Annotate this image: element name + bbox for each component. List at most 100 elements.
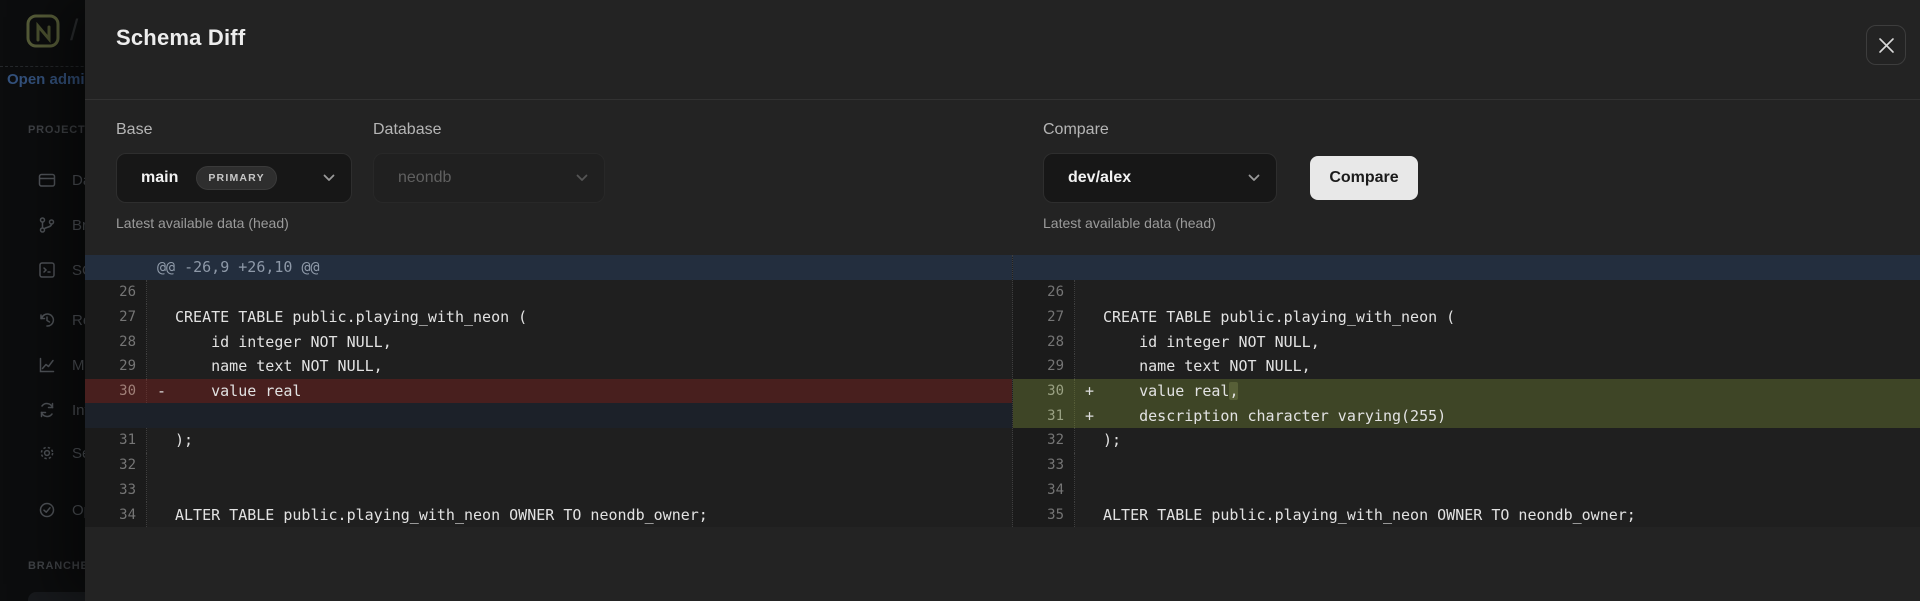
compare-helper-text: Latest available data (head) <box>1043 215 1216 231</box>
diff-marker: - <box>147 382 175 400</box>
line-number: 29 <box>1013 354 1075 379</box>
base-label: Base <box>116 121 152 139</box>
hunk-header: @@ -26,9 +26,10 @@ <box>85 258 320 276</box>
diff-row-compare-35: 35ALTER TABLE public.playing_with_neon O… <box>1013 502 1920 527</box>
diff-row-compare-hunk <box>1013 255 1920 280</box>
diff-marker: + <box>1075 382 1103 400</box>
sidebar-item-monitoring[interactable]: Monitoring <box>0 348 85 382</box>
branches-icon <box>38 216 56 234</box>
neon-logo[interactable] <box>26 14 60 50</box>
chevron-down-icon <box>323 174 335 182</box>
line-number: 26 <box>1013 280 1075 305</box>
open-admin-link[interactable]: Open admi <box>7 71 85 88</box>
line-number: 29 <box>85 354 147 379</box>
sidebar-item-label: Branches <box>72 217 85 234</box>
line-number: 27 <box>85 304 147 329</box>
diff-row-compare-31: 31+ description character varying(255) <box>1013 403 1920 428</box>
sidebar-item-dashboard[interactable]: Dashboard <box>0 163 85 197</box>
base-select-value: main <box>141 169 178 187</box>
line-number: 31 <box>1013 403 1075 428</box>
line-number: 33 <box>85 477 147 502</box>
line-number: 28 <box>85 329 147 354</box>
restore-icon <box>38 311 56 329</box>
diff-row-base-28: 28 id integer NOT NULL, <box>85 329 1012 354</box>
line-number: 26 <box>85 280 147 305</box>
code-text: value real, <box>1103 382 1238 400</box>
line-number: 30 <box>1013 379 1075 404</box>
base-select[interactable]: main PRIMARY <box>116 153 352 203</box>
diff-row-compare-32: 32); <box>1013 428 1920 453</box>
sidebar-item-label: Settings <box>72 445 85 462</box>
sidebar: / Open admi PROJECT Dashboard Branches SQL… <box>0 0 85 601</box>
diff-pane-base: @@ -26,9 +26,10 @@ 2627 CREATE TABLE publi… <box>85 255 1012 527</box>
sidebar-item-label: Restore <box>72 312 85 329</box>
code-text: ); <box>1103 431 1121 449</box>
word-diff-highlight: , <box>1229 382 1238 400</box>
diff-row-base-31: 31); <box>85 428 1012 453</box>
close-icon <box>1878 37 1895 54</box>
sidebar-section-project: PROJECT <box>28 124 85 136</box>
code-text: id integer NOT NULL, <box>1103 333 1320 351</box>
line-number: 31 <box>85 428 147 453</box>
sidebar-item-label: Dashboard <box>72 172 85 189</box>
diff-row-compare-27: 27 CREATE TABLE public.playing_with_neon … <box>1013 304 1920 329</box>
sidebar-item-label: Monitoring <box>72 357 85 374</box>
code-text: CREATE TABLE public.playing_with_neon ( <box>175 308 527 326</box>
diff-row-compare-26: 26 <box>1013 280 1920 305</box>
database-label: Database <box>373 121 442 139</box>
modal-title: Schema Diff <box>116 25 245 51</box>
chevron-down-icon <box>576 174 588 182</box>
settings-icon <box>38 444 56 462</box>
diff-row-compare-33: 33 <box>1013 453 1920 478</box>
database-select: neondb <box>373 153 605 203</box>
line-number: 30 <box>85 379 147 404</box>
sidebar-item-label: Operations <box>72 502 85 519</box>
compare-label: Compare <box>1043 121 1109 139</box>
diff-row-base-hunk: @@ -26,9 +26,10 @@ <box>85 255 1012 280</box>
line-number: 27 <box>1013 304 1075 329</box>
sidebar-item-integrations[interactable]: Integrations <box>0 393 85 427</box>
operations-icon <box>38 501 56 519</box>
sidebar-item-operations[interactable]: Operations <box>0 493 85 527</box>
sidebar-item-settings[interactable]: Settings <box>0 436 85 470</box>
code-text: value real <box>175 382 301 400</box>
code-text: name text NOT NULL, <box>1103 357 1311 375</box>
diff-row-compare-28: 28 id integer NOT NULL, <box>1013 329 1920 354</box>
diff-row-compare-29: 29 name text NOT NULL, <box>1013 354 1920 379</box>
diff-row-base-29: 29 name text NOT NULL, <box>85 354 1012 379</box>
diff-row-base-33: 33 <box>85 477 1012 502</box>
compare-button[interactable]: Compare <box>1310 156 1418 200</box>
modal-header: Schema Diff <box>85 0 1920 100</box>
database-select-value: neondb <box>398 169 451 187</box>
sidebar-item-sql-editor[interactable]: SQL Editor <box>0 253 85 287</box>
line-number: 34 <box>1013 477 1075 502</box>
sidebar-item-restore[interactable]: Restore <box>0 303 85 337</box>
close-button[interactable] <box>1866 25 1906 65</box>
code-text: ); <box>175 431 193 449</box>
compare-select-value: dev/alex <box>1068 169 1131 187</box>
diff-pane-compare: 2627 CREATE TABLE public.playing_with_neo… <box>1012 255 1920 527</box>
code-text: CREATE TABLE public.playing_with_neon ( <box>1103 308 1455 326</box>
line-number: 32 <box>85 453 147 478</box>
code-text: name text NOT NULL, <box>175 357 383 375</box>
sidebar-item-branches[interactable]: Branches <box>0 208 85 242</box>
sidebar-bottom-card <box>28 592 85 601</box>
primary-badge: PRIMARY <box>196 166 276 190</box>
sidebar-divider <box>0 66 85 67</box>
code-text: description character varying(255) <box>1103 407 1446 425</box>
line-number: 28 <box>1013 329 1075 354</box>
breadcrumb-slash: / <box>70 14 78 48</box>
dashboard-icon <box>38 171 56 189</box>
line-number: 34 <box>85 502 147 527</box>
sidebar-item-label: Integrations <box>72 402 85 419</box>
schema-diff-modal: Schema Diff Base Database Compare main P… <box>85 0 1920 601</box>
integrations-icon <box>38 401 56 419</box>
diff-row-compare-34: 34 <box>1013 477 1920 502</box>
compare-select[interactable]: dev/alex <box>1043 153 1277 203</box>
code-text: id integer NOT NULL, <box>175 333 392 351</box>
diff-row-base-filler <box>85 403 1012 428</box>
line-number: 35 <box>1013 502 1075 527</box>
code-text: ALTER TABLE public.playing_with_neon OWN… <box>175 506 708 524</box>
diff-row-base-26: 26 <box>85 280 1012 305</box>
line-number: 33 <box>1013 453 1075 478</box>
